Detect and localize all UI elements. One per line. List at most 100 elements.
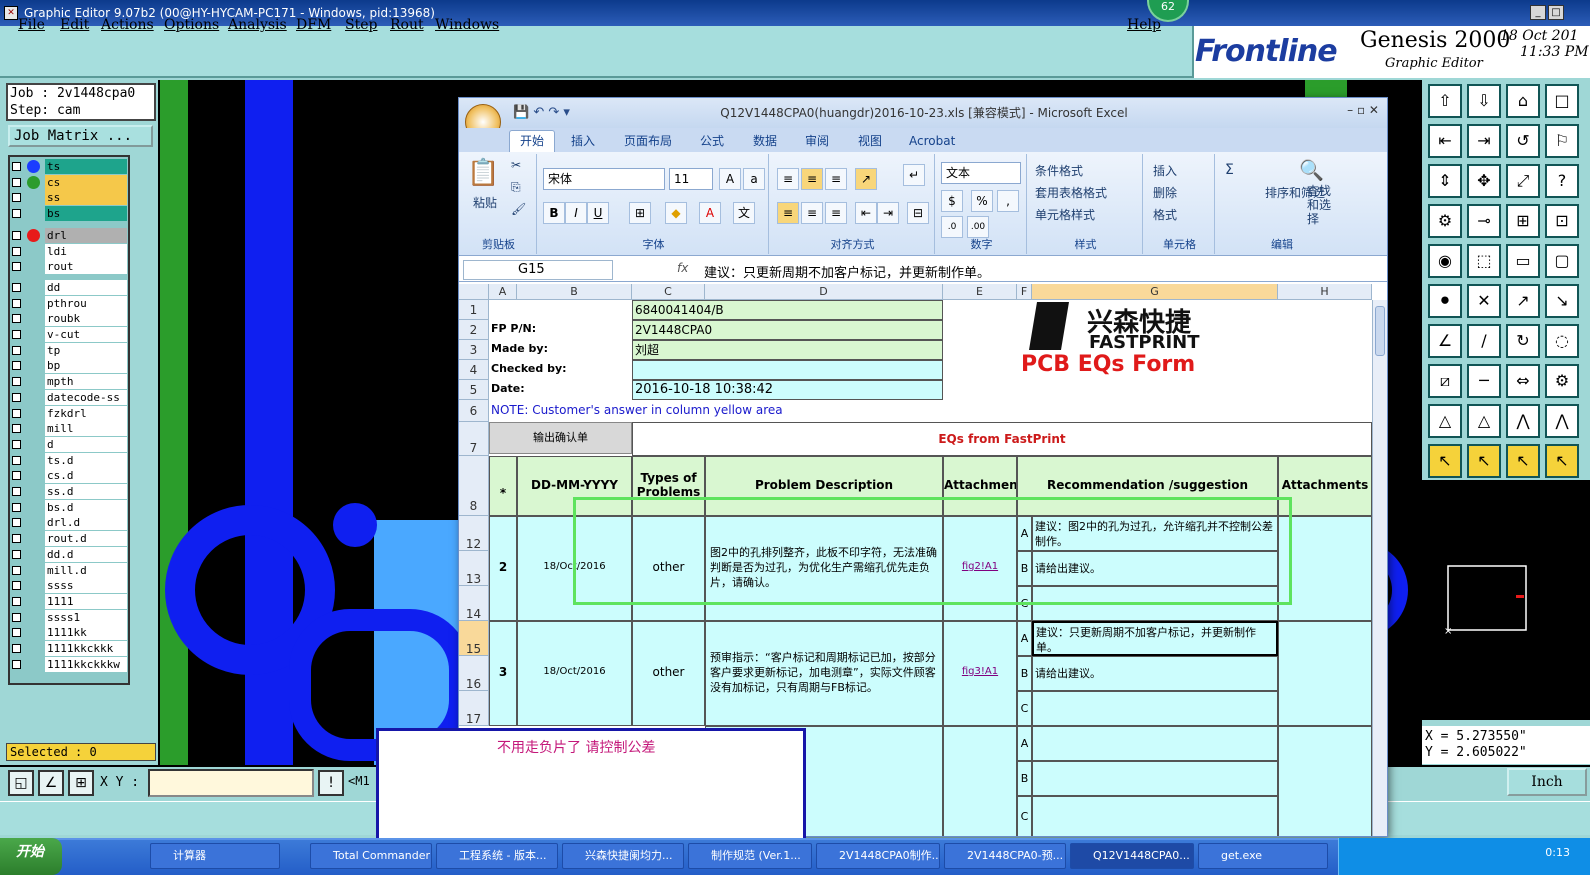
layer-checkbox[interactable]	[12, 193, 21, 203]
triangle-alt-icon[interactable]: △	[1467, 404, 1501, 438]
align-center-button[interactable]: ≡	[801, 202, 823, 224]
layer-row-pthrou[interactable]: pthrou	[10, 295, 128, 311]
font-size-select[interactable]: 11	[669, 168, 713, 190]
quick-access-toolbar[interactable]: 💾 ↶ ↷ ▾	[513, 105, 570, 120]
triangle-icon[interactable]: △	[1428, 404, 1462, 438]
arch-icon[interactable]: ⋀	[1506, 404, 1540, 438]
taskbar-item-active[interactable]: Q12V1448CPA0...	[1070, 843, 1194, 869]
indent-decrease-button[interactable]: ⇤	[855, 202, 877, 224]
move-up-icon[interactable]: ⇧	[1428, 84, 1462, 118]
frame-icon[interactable]: □	[1545, 84, 1579, 118]
tab-formulas[interactable]: 公式	[700, 131, 724, 151]
layer-row-cs[interactable]: cs	[10, 174, 128, 190]
measure-icon[interactable]: ∠	[38, 770, 64, 796]
date-value[interactable]: 2016-10-18 10:38:42	[632, 380, 943, 400]
col-header-e[interactable]: E	[943, 284, 1017, 300]
insert-cells-button[interactable]: 插入	[1153, 162, 1177, 179]
fit-vertical-icon[interactable]: ⇕	[1428, 164, 1462, 198]
increase-decimal-button[interactable]: .0	[941, 216, 963, 238]
arch-alt-icon[interactable]: ⋀	[1545, 404, 1579, 438]
col-header-g[interactable]: G	[1032, 284, 1278, 300]
layer-name[interactable]: ldi	[45, 243, 127, 259]
tab-data[interactable]: 数据	[753, 131, 777, 151]
alert-icon[interactable]: !	[318, 770, 344, 796]
paste-icon[interactable]: 📋	[467, 158, 499, 188]
align-right-button[interactable]: ≡	[825, 202, 847, 224]
layer-row-bp[interactable]: bp	[10, 358, 128, 374]
align-middle-button[interactable]: ≡	[801, 168, 823, 190]
layer-row-1111kk[interactable]: 1111kk	[10, 625, 128, 641]
layer-row-roubk[interactable]: roubk	[10, 311, 128, 327]
layer-name[interactable]: pthrou	[45, 295, 127, 311]
layer-checkbox[interactable]	[12, 534, 21, 544]
taskbar-item[interactable]: 2V1448CPA0-预...	[944, 843, 1066, 869]
layer-checkbox[interactable]	[12, 628, 21, 638]
cross-icon[interactable]: ✕	[1467, 284, 1501, 318]
home-icon[interactable]: ⌂	[1506, 84, 1540, 118]
layer-name[interactable]: mpth	[45, 374, 127, 390]
layer-name[interactable]: drl.d	[45, 515, 127, 531]
layer-name[interactable]: 1111kkckkkw	[45, 656, 127, 672]
layer-checkbox[interactable]	[12, 377, 21, 387]
zoom-icon[interactable]: ⤢	[1506, 164, 1540, 198]
export-confirm-button[interactable]: 输出确认单	[489, 422, 632, 454]
tab-page-layout[interactable]: 页面布局	[624, 131, 672, 151]
layer-name[interactable]: fzkdrl	[45, 405, 127, 421]
layer-name[interactable]: cs	[45, 174, 127, 190]
layer-checkbox[interactable]	[12, 424, 21, 434]
dot-icon[interactable]: ⚫	[1428, 284, 1462, 318]
layer-name[interactable]: ssss1	[45, 609, 127, 625]
layer-color-dot[interactable]	[27, 160, 40, 173]
layer-name[interactable]: bp	[45, 358, 127, 374]
layer-checkbox[interactable]	[12, 330, 21, 339]
gear-icon[interactable]: ⚙	[1545, 364, 1579, 398]
layer-checkbox[interactable]	[12, 455, 21, 465]
pointer-icon[interactable]: ↖	[1428, 444, 1462, 478]
row-date[interactable]: 18/Oct/2016	[517, 621, 632, 726]
layer-checkbox[interactable]	[12, 659, 21, 669]
orientation-button[interactable]: ↗	[855, 168, 877, 190]
taskbar-item[interactable]: 计算器	[150, 843, 280, 869]
layer-row-ts[interactable]: ts	[10, 159, 128, 174]
vertical-scrollbar[interactable]	[1372, 300, 1387, 836]
layer-checkbox[interactable]	[12, 408, 21, 418]
fx-icon[interactable]: fx	[677, 261, 688, 275]
row-no[interactable]: 3	[489, 621, 517, 726]
layer-checkbox[interactable]	[12, 581, 21, 591]
layer-checkbox[interactable]	[12, 361, 21, 371]
snap-right-icon[interactable]: ⇥	[1467, 124, 1501, 158]
layer-checkbox[interactable]	[12, 596, 21, 606]
layer-row-mill[interactable]: mill	[10, 421, 128, 437]
box-icon[interactable]: ⬚	[1467, 244, 1501, 278]
row-header[interactable]: 8	[459, 456, 489, 516]
units-button[interactable]: Inch	[1507, 768, 1587, 796]
layer-row-mpth[interactable]: mpth	[10, 374, 128, 390]
layer-color-dot[interactable]	[27, 228, 40, 242]
table-format-button[interactable]: 套用表格格式	[1035, 184, 1107, 201]
menu-step[interactable]: Step	[345, 17, 377, 33]
col-header-c[interactable]: C	[632, 284, 705, 300]
layer-name[interactable]: dd.d	[45, 546, 127, 562]
menu-options[interactable]: Options	[164, 17, 219, 33]
font-name-select[interactable]: 宋体	[543, 168, 665, 190]
col-header-d[interactable]: D	[705, 284, 943, 300]
layer-checkbox[interactable]	[12, 177, 21, 187]
layer-color-dot[interactable]	[27, 175, 40, 189]
tab-acrobat[interactable]: Acrobat	[909, 131, 955, 151]
row-attachments[interactable]	[1278, 516, 1372, 621]
row-header[interactable]: 17	[459, 691, 489, 726]
option-b[interactable]: 请给出建议。	[1032, 656, 1278, 691]
taskbar-item[interactable]: 2V1448CPA0制作...	[816, 843, 940, 869]
decrease-decimal-button[interactable]: .00	[967, 216, 989, 238]
layer-checkbox[interactable]	[12, 549, 21, 559]
layer-row-ssss1[interactable]: ssss1	[10, 609, 128, 625]
row-attachments[interactable]	[1278, 621, 1372, 726]
copy-icon[interactable]: ⎘	[511, 180, 521, 195]
format-painter-icon[interactable]: 🖌	[511, 202, 526, 216]
line-icon[interactable]: /	[1467, 324, 1501, 358]
pointer-box-icon[interactable]: ↖	[1506, 444, 1540, 478]
layer-name[interactable]: rout	[45, 259, 127, 275]
circle-icon[interactable]: ◌	[1545, 324, 1579, 358]
layer-row-dd.d[interactable]: dd.d	[10, 546, 128, 562]
menu-help[interactable]: Help	[1127, 17, 1161, 33]
